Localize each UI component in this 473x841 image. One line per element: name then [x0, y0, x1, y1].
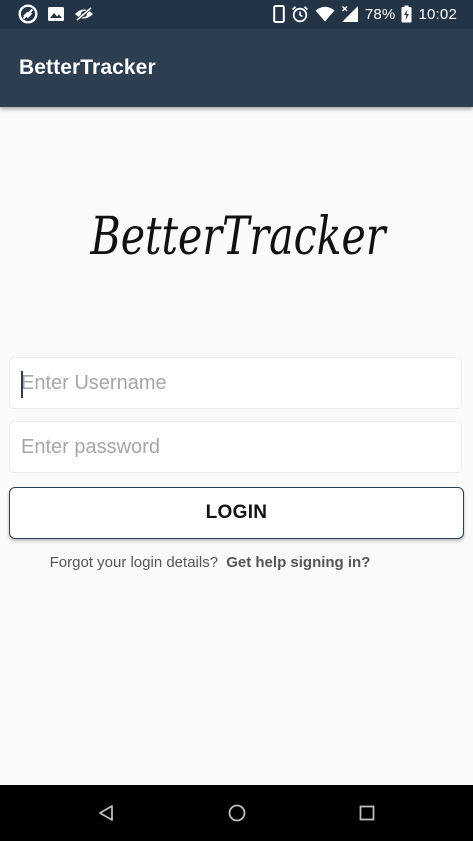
app-title: BetterTracker: [19, 56, 156, 79]
battery-percent: 78%: [364, 5, 396, 23]
battery-charging-icon: [401, 5, 412, 23]
back-icon: [99, 805, 113, 821]
signal-icon: [341, 6, 358, 22]
login-button-label: LOGIN: [205, 502, 268, 523]
username-input[interactable]: [10, 358, 461, 408]
logo-text: BetterTracker: [90, 207, 388, 267]
nav-home-button[interactable]: [223, 799, 251, 827]
nav-recents-button[interactable]: [353, 799, 381, 827]
home-icon: [228, 804, 246, 822]
wifi-icon: [315, 6, 335, 22]
login-button[interactable]: LOGIN: [9, 487, 464, 539]
brand-logo: BetterTracker: [90, 207, 388, 267]
text-cursor: [21, 371, 23, 398]
image-icon: [48, 7, 64, 21]
status-bar: 78% 10:02: [0, 0, 473, 29]
get-help-link[interactable]: Get help signing in?: [226, 554, 370, 571]
password-field-container: [9, 421, 462, 473]
status-right-icons: 78% 10:02: [273, 3, 457, 25]
forgot-login-text: Forgot your login details?: [49, 554, 219, 571]
eye-off-icon: [75, 6, 93, 22]
status-left-icons: [18, 3, 94, 25]
recents-icon: [359, 805, 375, 821]
phone-icon: [273, 5, 285, 23]
app-bar: BetterTracker: [0, 29, 473, 107]
nav-bar: [0, 785, 473, 841]
password-input[interactable]: [10, 422, 461, 472]
alarm-icon: [291, 6, 308, 23]
help-row: Forgot your login details? Get help sign…: [0, 554, 420, 571]
status-time: 10:02: [418, 5, 457, 23]
sync-disabled-icon: [18, 4, 38, 24]
nav-back-button[interactable]: [92, 799, 120, 827]
username-field-container: [9, 357, 462, 409]
